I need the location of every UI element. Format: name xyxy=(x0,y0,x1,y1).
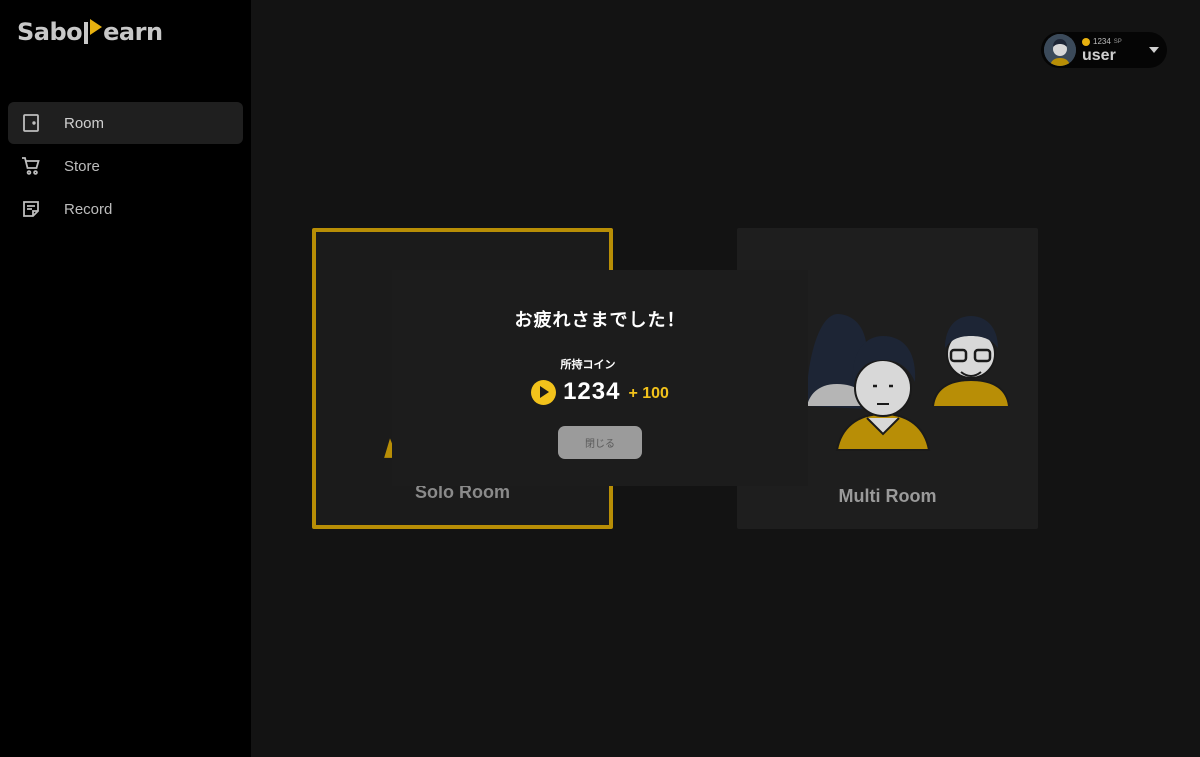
modal-title: お疲れさまでした！ xyxy=(514,310,686,330)
sp-value: 1234 xyxy=(1093,36,1111,46)
coin-balance: 1234 + 100 xyxy=(531,378,669,406)
user-info: 1234 SP user xyxy=(1082,37,1122,64)
door-icon xyxy=(20,112,42,134)
avatar xyxy=(1044,34,1076,66)
sidebar-item-label: Record xyxy=(64,200,113,218)
app-logo[interactable]: Sabo earn xyxy=(17,16,163,48)
sp-balance: 1234 SP xyxy=(1082,37,1122,47)
coin-balance-label: 所持コイン xyxy=(560,359,616,371)
logo-l-mark xyxy=(84,22,89,44)
play-icon xyxy=(90,19,103,35)
user-name: user xyxy=(1082,46,1116,64)
coin-icon xyxy=(531,379,557,405)
sidebar-item-record[interactable]: Record xyxy=(8,188,243,230)
sidebar: Sabo earn Room Store Record xyxy=(0,0,251,757)
coin-gain: + 100 xyxy=(628,384,669,402)
chevron-down-icon xyxy=(1149,47,1159,53)
logo-prefix: Sabo xyxy=(17,18,83,46)
sp-unit: SP xyxy=(1113,38,1122,45)
sidebar-nav: Room Store Record xyxy=(8,102,243,231)
coin-value: 1234 xyxy=(563,378,621,405)
sidebar-item-room[interactable]: Room xyxy=(8,102,243,144)
sidebar-item-label: Store xyxy=(64,157,100,175)
user-menu[interactable]: 1234 SP user xyxy=(1041,32,1167,68)
logo-suffix: earn xyxy=(103,18,163,46)
close-button[interactable]: 閉じる xyxy=(558,426,642,459)
sidebar-item-store[interactable]: Store xyxy=(8,145,243,187)
reward-modal: お疲れさまでした！ 所持コイン 1234 + 100 閉じる xyxy=(392,270,808,486)
sidebar-item-label: Room xyxy=(64,114,105,132)
multi-room-label: Multi Room xyxy=(838,486,937,506)
note-icon xyxy=(20,198,42,220)
cart-icon xyxy=(20,155,42,177)
coin-icon xyxy=(1082,37,1090,46)
